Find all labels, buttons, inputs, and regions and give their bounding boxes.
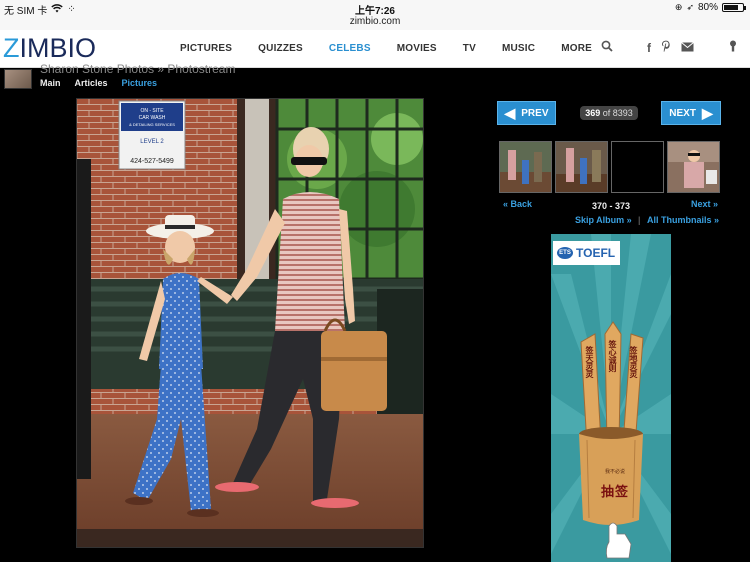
zimbio-logo[interactable]: ZIMBIO (3, 33, 96, 64)
tab-main[interactable]: Main (40, 78, 61, 88)
thumbnail-item[interactable] (667, 141, 720, 193)
facebook-icon[interactable]: f (647, 41, 651, 55)
email-icon[interactable] (681, 41, 694, 55)
prev-button[interactable]: ◀ PREV (497, 101, 556, 125)
user-account-icon[interactable] (728, 40, 738, 55)
toefl-advertisement[interactable]: ETS TOEFL 签天灵灵 签心诚则 签地灵灵 我不必说 抽签 (551, 234, 671, 562)
status-bar: 无 SIM 卡 ⁘ 上午7:26 ⊕ ➶ 80% (0, 0, 750, 17)
next-button[interactable]: NEXT ▶ (661, 101, 721, 125)
ets-icon: ETS (557, 247, 573, 259)
nav-more[interactable]: MORE (561, 43, 592, 54)
back-link[interactable]: « Back (503, 199, 532, 209)
thumbnail-range: 370 - 373 (591, 201, 631, 211)
jar-label: 抽签 (601, 484, 630, 499)
fortune-stick-2: 签心诚则 (608, 340, 617, 372)
tab-articles[interactable]: Articles (75, 78, 108, 88)
location-icon: ➶ (686, 2, 694, 12)
sign-line-4: LEVEL 2 (140, 139, 164, 145)
next-label: NEXT (669, 107, 696, 119)
skip-album-link[interactable]: Skip Album » (575, 215, 632, 225)
next-link[interactable]: Next » (691, 199, 718, 209)
album-avatar[interactable] (4, 69, 32, 89)
total-count: of 8393 (602, 108, 633, 118)
thumbnail-item[interactable] (499, 141, 552, 193)
nav-celebs[interactable]: CELEBS (329, 43, 371, 54)
url-bar[interactable]: zimbio.com (0, 16, 750, 30)
link-separator: | (638, 215, 641, 225)
fortune-stick-3: 签地灵灵 (629, 346, 638, 378)
nav-quizzes[interactable]: QUIZZES (258, 43, 303, 54)
thumbnail-item[interactable] (611, 141, 664, 193)
main-photo[interactable]: ON - SITE CAR WASH & DETAILING SERVICES … (76, 98, 424, 548)
sign-line-2: CAR WASH (139, 115, 166, 121)
prev-label: PREV (521, 107, 549, 119)
battery-icon (722, 3, 746, 12)
screen-lock-icon: ⊕ (674, 2, 683, 12)
nav-movies[interactable]: MOVIES (397, 43, 437, 54)
nav-pictures[interactable]: PICTURES (180, 43, 232, 54)
battery-percent: 80% (697, 2, 718, 13)
breadcrumb[interactable]: Sharon Stone Photos » Photostream (40, 62, 235, 76)
pinterest-icon[interactable] (661, 40, 671, 55)
screen: 无 SIM 卡 ⁘ 上午7:26 ⊕ ➶ 80% zimbio.com ZIMB… (0, 0, 750, 562)
main-photo-illustration: ON - SITE CAR WASH & DETAILING SERVICES … (77, 99, 423, 547)
sign-line-5: 424-527-5499 (130, 158, 174, 165)
fortune-stick-1: 签天灵灵 (585, 346, 594, 378)
thumbnail-strip (499, 141, 720, 193)
main-nav: PICTURES QUIZZES CELEBS MOVIES TV MUSIC … (180, 30, 618, 66)
all-thumbnails-link[interactable]: All Thumbnails » (647, 215, 719, 225)
toefl-brand: TOEFL (576, 246, 616, 260)
toefl-logo: ETS TOEFL (553, 241, 620, 265)
sign-line-3: & DETAILING SERVICES (129, 122, 175, 127)
search-icon[interactable] (601, 40, 613, 55)
ad-background (551, 234, 671, 562)
nav-music[interactable]: MUSIC (502, 43, 535, 54)
album-subheader: Sharon Stone Photos » Photostream Main A… (0, 62, 750, 92)
tab-pictures[interactable]: Pictures (122, 78, 158, 88)
clock: 上午7:26 (354, 6, 395, 17)
arrow-right-icon: ▶ (701, 105, 713, 121)
thumbnail-item[interactable] (555, 141, 608, 193)
photo-counter: 369 of 8393 (580, 106, 638, 120)
nav-tv[interactable]: TV (463, 43, 476, 54)
jar-small-text: 我不必说 (605, 469, 626, 475)
sign-line-1: ON - SITE (140, 108, 164, 114)
arrow-left-icon: ◀ (504, 105, 516, 121)
current-index: 369 (585, 108, 601, 118)
